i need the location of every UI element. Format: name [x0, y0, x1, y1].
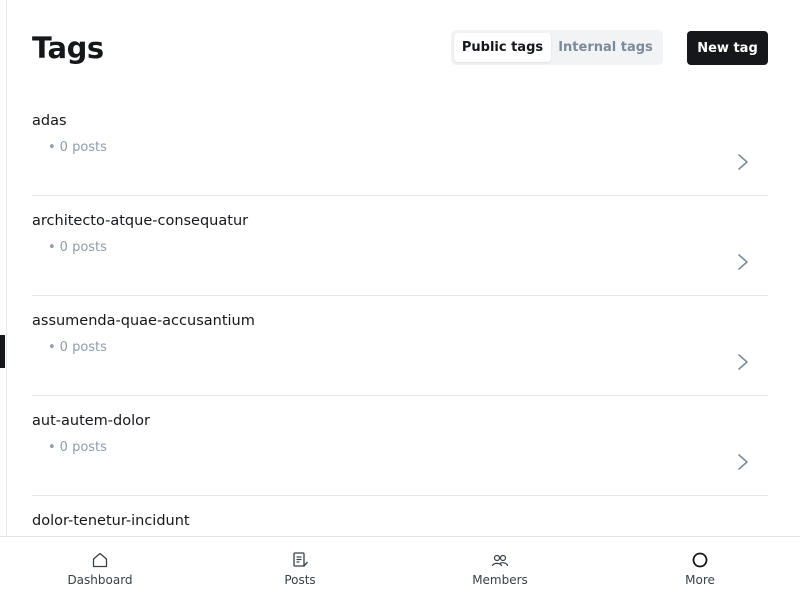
nav-label: Posts — [284, 573, 316, 587]
nav-item-members[interactable]: Members — [400, 537, 600, 600]
tag-visibility-tabs: Public tags Internal tags — [451, 30, 663, 65]
tab-public-tags[interactable]: Public tags — [454, 33, 551, 62]
tag-post-count-text: 0 posts — [59, 440, 107, 455]
chevron-right-icon — [738, 154, 748, 170]
tab-internal-tags[interactable]: Internal tags — [551, 33, 660, 62]
tag-name: assumenda-quae-accusantium — [32, 313, 255, 329]
tag-name: architecto-atque-consequatur — [32, 213, 249, 229]
tag-post-count-text: 0 posts — [59, 340, 107, 355]
tag-row[interactable]: assumenda-quae-accusantium • 0 posts — [32, 296, 768, 396]
nav-label: Members — [472, 573, 528, 587]
tag-post-count: • 0 posts — [48, 240, 107, 255]
more-circle-icon — [692, 552, 708, 568]
chevron-right-icon — [738, 354, 748, 370]
sidebar-divider — [6, 0, 7, 537]
nav-item-posts[interactable]: Posts — [200, 537, 400, 600]
tag-post-count: • 0 posts — [48, 340, 107, 355]
nav-item-more[interactable]: More — [600, 537, 800, 600]
tag-name: dolor-tenetur-incidunt — [32, 513, 190, 529]
tag-post-count: • 0 posts — [48, 440, 107, 455]
nav-item-dashboard[interactable]: Dashboard — [0, 537, 200, 600]
tag-name: adas — [32, 113, 67, 129]
page-title: Tags — [32, 31, 104, 65]
new-tag-button[interactable]: New tag — [687, 31, 768, 65]
scroll-indicator[interactable] — [0, 335, 5, 368]
bottom-navigation: Dashboard Posts Members More — [0, 536, 800, 600]
chevron-right-icon — [738, 454, 748, 470]
tag-name: aut-autem-dolor — [32, 413, 150, 429]
members-icon — [491, 554, 509, 567]
page-header: Tags Public tags Internal tags New tag — [32, 28, 768, 68]
tag-post-count-text: 0 posts — [59, 240, 107, 255]
tag-row[interactable]: adas • 0 posts — [32, 96, 768, 196]
tag-post-count-text: 0 posts — [59, 140, 107, 155]
nav-label: Dashboard — [67, 573, 133, 587]
chevron-right-icon — [738, 254, 748, 270]
tag-list: adas • 0 posts architecto-atque-consequat… — [32, 96, 768, 596]
tag-row[interactable]: architecto-atque-consequatur • 0 posts — [32, 196, 768, 296]
tag-post-count: • 0 posts — [48, 140, 107, 155]
nav-label: More — [685, 573, 715, 587]
posts-icon — [293, 552, 308, 567]
tag-row[interactable]: aut-autem-dolor • 0 posts — [32, 396, 768, 496]
home-icon — [92, 552, 108, 568]
